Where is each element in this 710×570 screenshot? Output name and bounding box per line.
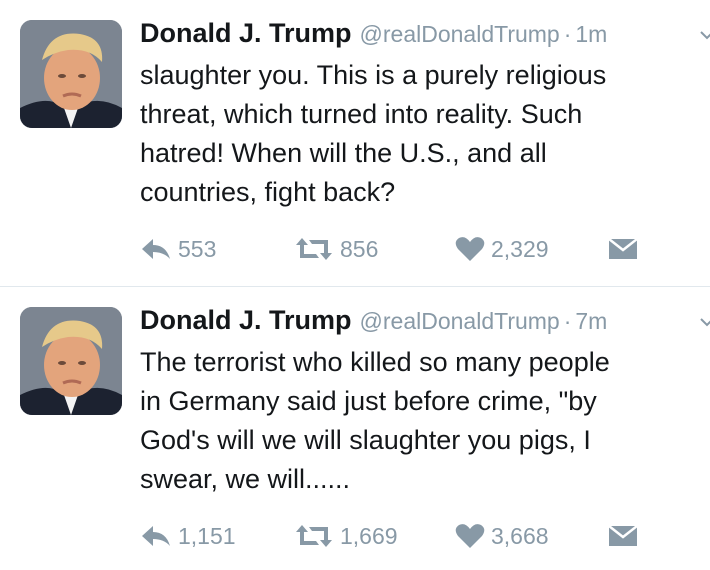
reply-icon: [142, 526, 170, 546]
like-count: 2,329: [491, 235, 549, 262]
timestamp[interactable]: 1m: [575, 21, 607, 47]
direct-message-button[interactable]: [608, 519, 644, 553]
author-name[interactable]: Donald J. Trump: [140, 18, 352, 48]
direct-message-button[interactable]: [608, 232, 644, 266]
tweet[interactable]: Donald J. Trump @realDonaldTrump · 1m slaug…: [0, 0, 710, 286]
retweet-count: 1,669: [340, 522, 398, 549]
like-button[interactable]: 2,329: [455, 232, 549, 266]
avatar-image: [20, 307, 122, 415]
tweet-text: slaughter you. This is a purely religiou…: [140, 60, 607, 207]
tweet-actions: 553 856 2,329: [0, 232, 710, 266]
tweet-header: Donald J. Trump @realDonaldTrump · 7m: [140, 305, 607, 341]
retweet-button[interactable]: 1,669: [294, 519, 398, 553]
heart-icon: [455, 237, 485, 261]
avatar[interactable]: [20, 20, 122, 128]
tweet-actions: 1,151 1,669 3,668: [0, 519, 710, 553]
tweet-text: The terrorist who killed so many people …: [140, 347, 610, 494]
reply-count: 1,151: [178, 522, 236, 549]
retweet-button[interactable]: 856: [294, 232, 378, 266]
timestamp[interactable]: 7m: [575, 308, 607, 334]
like-count: 3,668: [491, 522, 549, 549]
reply-button[interactable]: 1,151: [140, 519, 236, 553]
avatar[interactable]: [20, 307, 122, 415]
avatar-image: [20, 20, 122, 128]
reply-count: 553: [178, 235, 217, 262]
chevron-down-icon[interactable]: [700, 30, 710, 40]
reply-button[interactable]: 553: [140, 232, 216, 266]
author-handle[interactable]: @realDonaldTrump: [360, 308, 560, 334]
separator-dot: ·: [563, 308, 572, 334]
retweet-icon: [296, 238, 332, 260]
retweet-count: 856: [340, 235, 379, 262]
author-name[interactable]: Donald J. Trump: [140, 305, 352, 335]
direct-message-icon: [608, 525, 638, 546]
retweet-icon: [296, 525, 332, 547]
heart-icon: [455, 524, 485, 548]
tweet-header: Donald J. Trump @realDonaldTrump · 1m: [140, 18, 607, 54]
like-button[interactable]: 3,668: [455, 519, 549, 553]
chevron-down-icon[interactable]: [700, 317, 710, 327]
direct-message-icon: [608, 238, 638, 259]
author-handle[interactable]: @realDonaldTrump: [360, 21, 560, 47]
reply-icon: [142, 239, 170, 259]
separator-dot: ·: [563, 21, 572, 47]
tweet[interactable]: Donald J. Trump @realDonaldTrump · 7m The t…: [0, 287, 710, 570]
